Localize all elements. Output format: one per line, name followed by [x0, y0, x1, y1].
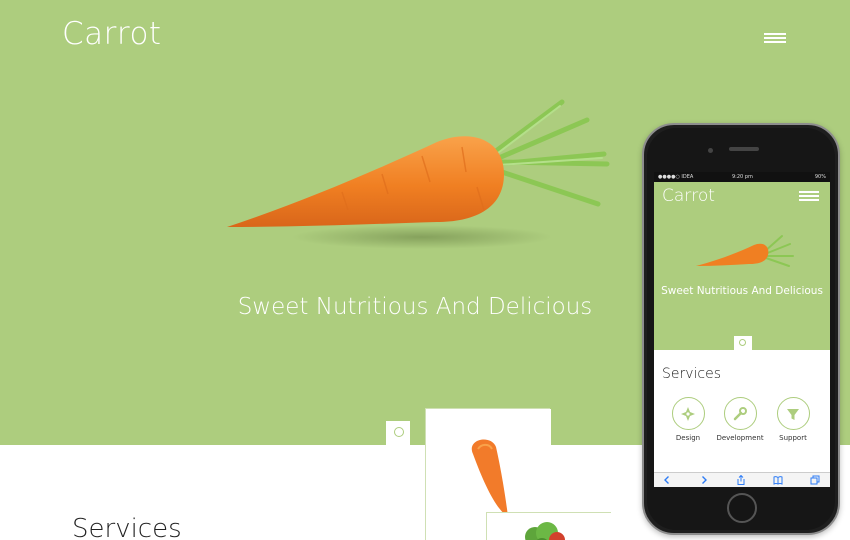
carrot-image: [227, 99, 610, 249]
chevron-down-icon: [739, 339, 746, 346]
service-design[interactable]: Design: [663, 397, 713, 442]
mobile-tagline: Sweet Nutritious And Delicious: [661, 285, 823, 297]
service-label: Design: [675, 434, 701, 442]
home-button[interactable]: [727, 493, 757, 523]
service-support[interactable]: Support: [768, 397, 818, 442]
site-logo[interactable]: Carrot: [62, 16, 162, 52]
status-battery: 90%: [814, 174, 826, 180]
service-label: Support: [779, 434, 807, 442]
funnel-icon: [776, 397, 810, 430]
status-bar: ●●●●○ IDEA 9:20 pm 90%: [654, 172, 830, 182]
phone-screen: ●●●●○ IDEA 9:20 pm 90% Carrot Sweet Nutr…: [654, 172, 830, 487]
status-carrier: ●●●●○ IDEA: [658, 174, 694, 180]
services-heading: Services: [72, 514, 182, 540]
scroll-down-button[interactable]: [384, 421, 412, 445]
bookmarks-icon[interactable]: [773, 475, 783, 485]
greens-photo: [487, 513, 612, 540]
safari-toolbar: [654, 472, 830, 487]
status-time: 9:20 pm: [732, 174, 753, 180]
camera-icon: [708, 148, 713, 153]
mobile-carrot-image: [696, 235, 794, 267]
hero-tagline: Sweet Nutritious And Delicious: [237, 294, 593, 320]
speaker-grille: [729, 147, 759, 151]
phone-mockup: ●●●●○ IDEA 9:20 pm 90% Carrot Sweet Nutr…: [642, 123, 840, 535]
wrench-icon: [723, 397, 757, 430]
back-icon[interactable]: [662, 475, 672, 485]
share-icon[interactable]: [736, 475, 746, 485]
service-label: Development: [716, 434, 764, 442]
chevron-down-icon: [394, 427, 404, 437]
service-development[interactable]: Development: [715, 397, 765, 442]
tabs-icon[interactable]: [810, 475, 820, 485]
mobile-services-heading: Services: [662, 366, 722, 382]
mobile-hero: Carrot Sweet Nutritious And Delicious: [654, 182, 830, 350]
forward-icon[interactable]: [699, 475, 709, 485]
mobile-hamburger-icon[interactable]: [799, 191, 819, 201]
mobile-scroll-down-button[interactable]: [732, 336, 754, 350]
gallery-card-greens[interactable]: [486, 512, 612, 540]
hamburger-menu-icon[interactable]: [764, 31, 786, 45]
mobile-logo[interactable]: Carrot: [662, 186, 715, 206]
compass-icon: [671, 397, 705, 430]
